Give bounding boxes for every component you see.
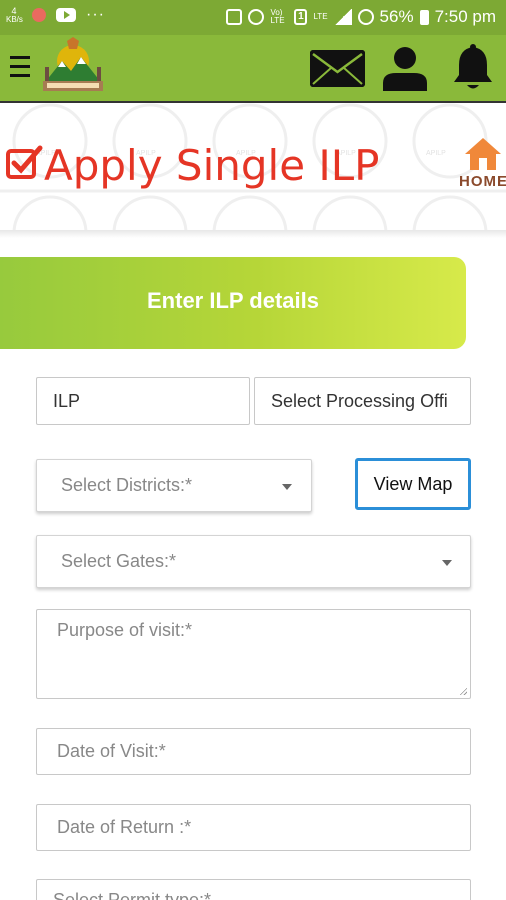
- gates-select[interactable]: Select Gates:*: [36, 535, 471, 588]
- network-speed-unit: KB/s: [6, 14, 23, 24]
- status-bar: 4 KB/s ··· Vo) LTE 1 LTE 56% 7:50 pm: [0, 0, 506, 35]
- gates-placeholder: Select Gates:*: [61, 551, 177, 571]
- network-speed: 4 KB/s: [6, 6, 23, 24]
- mail-icon[interactable]: [310, 50, 365, 87]
- page-header: APILP APILP APILP APILP APILP Apply Sing…: [0, 103, 506, 235]
- header-shadow: [0, 230, 506, 238]
- page-title: Apply Single ILP: [44, 141, 380, 190]
- section-title: Enter ILP details: [147, 288, 319, 313]
- permit-type-select[interactable]: Select Permit type:*: [36, 879, 471, 900]
- volte-indicator: Vo) LTE: [270, 8, 285, 25]
- lte-indicator: LTE: [313, 12, 328, 21]
- do-not-disturb-icon: [357, 9, 374, 25]
- app-bar: [0, 35, 506, 102]
- resize-handle-icon[interactable]: [459, 687, 467, 695]
- home-icon: [465, 138, 501, 170]
- home-button[interactable]: HOME: [458, 136, 506, 196]
- more-notifications-icon: ···: [86, 6, 105, 23]
- processing-office-value: Select Processing Offi: [271, 390, 448, 411]
- clock: 7:50 pm: [434, 7, 496, 26]
- purpose-placeholder: Purpose of visit:*: [57, 620, 193, 640]
- pattern-label: APILP: [426, 150, 446, 157]
- home-label: HOME: [459, 173, 506, 190]
- date-of-return-placeholder: Date of Return :*: [57, 817, 192, 837]
- date-of-visit-placeholder: Date of Visit:*: [57, 741, 166, 761]
- profile-icon[interactable]: [382, 45, 428, 91]
- battery-percent: 56%: [379, 7, 414, 26]
- notification-bell-icon[interactable]: [452, 43, 494, 91]
- battery-icon: [419, 9, 429, 25]
- date-of-return-field[interactable]: Date of Return :*: [36, 804, 471, 851]
- chevron-down-icon: [442, 560, 452, 566]
- checkbox-checked-icon: [6, 145, 43, 179]
- date-of-visit-field[interactable]: Date of Visit:*: [36, 728, 471, 775]
- districts-select[interactable]: Select Districts:*: [36, 459, 312, 512]
- lock-icon: [226, 9, 243, 25]
- youtube-icon: [56, 8, 76, 22]
- signal-icon: [333, 9, 352, 25]
- recording-icon: [32, 8, 46, 22]
- app-logo: [43, 37, 103, 91]
- view-map-button[interactable]: View Map: [355, 458, 471, 510]
- sim-icon: 1: [294, 9, 308, 25]
- ilp-type-value: ILP: [53, 390, 81, 411]
- menu-icon[interactable]: [10, 56, 30, 78]
- processing-office-select[interactable]: Select Processing Offi: [254, 377, 471, 425]
- section-header: Enter ILP details: [0, 257, 466, 349]
- permit-type-placeholder: Select Permit type:*: [53, 890, 212, 900]
- chevron-down-icon: [282, 484, 292, 490]
- purpose-of-visit-textarea[interactable]: Purpose of visit:*: [36, 609, 471, 699]
- districts-placeholder: Select Districts:*: [61, 475, 193, 495]
- ilp-type-field[interactable]: ILP: [36, 377, 250, 425]
- alarm-icon: [248, 9, 265, 25]
